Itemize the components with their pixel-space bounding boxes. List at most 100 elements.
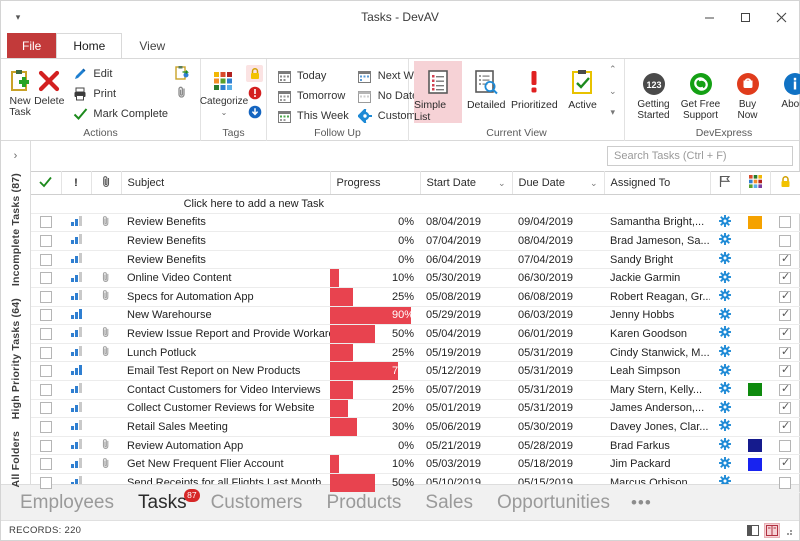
assign-task-icon[interactable] [174, 65, 191, 82]
row-complete-checkbox[interactable] [31, 250, 61, 270]
row-follow-up[interactable] [710, 380, 740, 400]
checkbox[interactable] [779, 419, 791, 433]
row-complete-checkbox[interactable] [31, 343, 61, 363]
checkbox[interactable] [779, 289, 791, 303]
row-follow-up[interactable] [710, 250, 740, 270]
row-follow-up[interactable] [710, 268, 740, 288]
row-category[interactable] [740, 306, 770, 326]
row-private-checkbox[interactable] [770, 361, 800, 381]
row-category[interactable] [740, 417, 770, 437]
checkbox[interactable] [779, 363, 791, 378]
checkbox[interactable] [779, 476, 791, 489]
table-row[interactable]: Email Test Report on New Products 75% 05/1… [31, 361, 800, 381]
table-row[interactable]: Review Issue Report and Provide Workarou… [31, 324, 800, 344]
tab-view[interactable]: View [122, 33, 182, 58]
card-view-button[interactable] [764, 523, 780, 538]
high-importance-icon[interactable] [246, 84, 263, 101]
about-button[interactable]: About [771, 65, 800, 110]
checkbox[interactable] [40, 216, 52, 229]
row-follow-up[interactable] [710, 436, 740, 456]
row-private-checkbox[interactable] [770, 231, 800, 251]
checkbox[interactable] [779, 252, 791, 266]
row-complete-checkbox[interactable] [31, 324, 61, 344]
table-row[interactable]: New Warehourse 90% 05/29/2019 06/03/2019 Jen… [31, 306, 800, 326]
row-private-checkbox[interactable] [770, 399, 800, 419]
categorize-button[interactable]: Categorize ⌄ [200, 63, 248, 118]
sidebar-item-all-folders[interactable]: All Folders [10, 425, 22, 493]
row-category[interactable] [740, 287, 770, 307]
checkbox[interactable] [779, 400, 791, 415]
row-category[interactable] [740, 324, 770, 344]
followup-today-button[interactable]: Today [272, 66, 353, 86]
checkbox[interactable] [40, 402, 52, 415]
checkbox[interactable] [779, 326, 791, 340]
checkbox[interactable] [40, 309, 52, 322]
row-private-checkbox[interactable] [770, 343, 800, 363]
chevron-down-icon[interactable]: ⌄ [498, 178, 506, 189]
row-private-checkbox[interactable] [770, 250, 800, 270]
grid-new-item-row[interactable]: Click here to add a new Task [31, 194, 800, 214]
followup-this-week-button[interactable]: This Week [272, 106, 353, 126]
row-category[interactable] [740, 343, 770, 363]
row-follow-up[interactable] [710, 324, 740, 344]
expand-chevron-icon[interactable]: › [14, 145, 18, 167]
row-private-checkbox[interactable] [770, 380, 800, 400]
table-row[interactable]: Collect Customer Reviews for Website 20% 0… [31, 399, 800, 419]
column-header-private[interactable] [770, 171, 800, 195]
split-view-button[interactable] [745, 523, 761, 538]
row-private-checkbox[interactable] [770, 324, 800, 344]
checkbox[interactable] [779, 345, 791, 359]
checkbox[interactable] [40, 253, 52, 266]
checkbox[interactable] [779, 216, 791, 229]
maximize-icon[interactable] [727, 1, 763, 33]
nav-overflow-icon[interactable]: ••• [625, 493, 658, 513]
print-button[interactable]: Print [68, 84, 172, 104]
column-header-subject[interactable]: Subject [121, 171, 331, 195]
column-header-assigned-to[interactable]: Assigned To [604, 171, 711, 195]
checkbox[interactable] [779, 439, 791, 452]
table-row[interactable]: Retail Sales Meeting 30% 05/06/2019 05/30/2… [31, 417, 800, 437]
row-category[interactable] [740, 399, 770, 419]
row-category[interactable] [740, 380, 770, 400]
buy-now-button[interactable]: Buy Now [724, 65, 771, 121]
row-complete-checkbox[interactable] [31, 268, 61, 288]
row-category[interactable] [740, 268, 770, 288]
checkbox[interactable] [40, 346, 52, 359]
row-complete-checkbox[interactable] [31, 361, 61, 381]
delete-button[interactable]: Delete [34, 63, 64, 107]
row-complete-checkbox[interactable] [31, 213, 61, 233]
nav-item-opportunities[interactable]: Opportunities [488, 492, 619, 514]
getting-started-button[interactable]: 123 Getting Started [630, 65, 677, 121]
resize-grip-icon[interactable] [783, 526, 793, 536]
checkbox[interactable] [779, 382, 791, 396]
low-importance-icon[interactable] [246, 103, 263, 120]
checkbox[interactable] [779, 270, 791, 285]
row-complete-checkbox[interactable] [31, 417, 61, 437]
table-row[interactable]: Lunch Potluck 25% 05/19/2019 05/31/2019 Cind… [31, 343, 800, 363]
row-complete-checkbox[interactable] [31, 399, 61, 419]
column-header-category[interactable] [740, 171, 771, 195]
row-private-checkbox[interactable] [770, 417, 800, 437]
column-header-start-date[interactable]: Start Date ⌄ [420, 171, 513, 195]
table-row[interactable]: Review Benefits 0% 06/04/2019 07/04/2019 San… [31, 250, 800, 270]
mark-complete-button[interactable]: Mark Complete [68, 104, 172, 124]
column-header-follow-up[interactable] [710, 171, 741, 195]
view-active-button[interactable]: Active [558, 61, 606, 123]
get-free-support-button[interactable]: Get Free Support [677, 65, 724, 121]
checkbox[interactable] [40, 328, 52, 340]
row-follow-up[interactable] [710, 343, 740, 363]
row-complete-checkbox[interactable] [31, 454, 61, 474]
row-follow-up[interactable] [710, 454, 740, 474]
sidebar-item-high-priority-tasks[interactable]: High Priority Tasks (64) [10, 292, 22, 425]
column-header-due-date[interactable]: Due Date ⌄ [512, 171, 605, 195]
nav-item-tasks[interactable]: Tasks 87 [129, 488, 200, 514]
table-row[interactable]: Get New Frequent Flier Account 10% 05/03/2… [31, 454, 800, 474]
checkbox[interactable] [40, 476, 52, 489]
lock-icon[interactable] [246, 65, 263, 82]
table-row[interactable]: Review Automation App 0% 05/21/2019 05/28/2… [31, 436, 800, 456]
table-row[interactable]: Specs for Automation App 25% 05/08/2019 06/… [31, 287, 800, 307]
row-follow-up[interactable] [710, 231, 740, 251]
row-complete-checkbox[interactable] [31, 380, 61, 400]
row-follow-up[interactable] [710, 361, 740, 381]
checkbox[interactable] [40, 235, 52, 248]
